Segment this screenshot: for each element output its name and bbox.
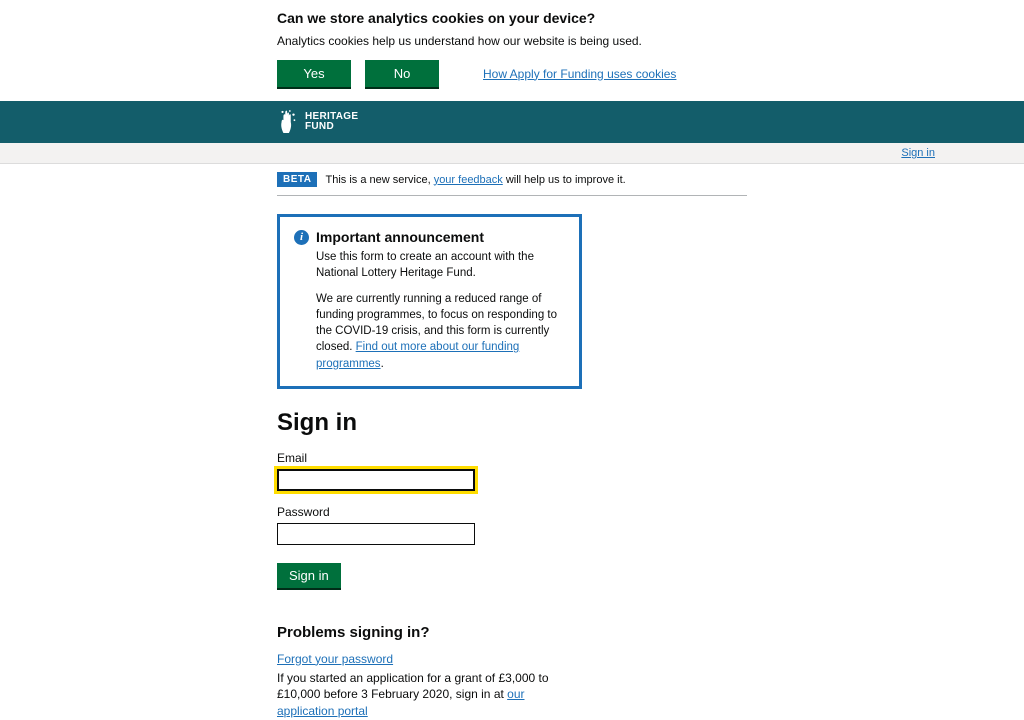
beta-feedback-link[interactable]: your feedback [434,174,503,186]
announcement-p1: Use this form to create an account with … [316,249,565,281]
problems-section: Problems signing in? Forgot your passwor… [277,624,747,720]
beta-banner: BETA This is a new service, your feedbac… [277,164,747,196]
brand-text: HERITAGE FUND [305,112,358,133]
hand-icon [277,109,299,135]
cookie-actions: Yes No How Apply for Funding uses cookie… [277,60,747,87]
beta-tag: BETA [277,172,317,187]
cookie-info-link[interactable]: How Apply for Funding uses cookies [483,67,676,81]
top-signin-link[interactable]: Sign in [901,147,935,159]
announcement-p2b: . [381,358,384,370]
info-icon: i [294,230,309,245]
cookie-heading: Can we store analytics cookies on your d… [277,10,747,26]
email-group: Email [277,451,747,491]
brand-logo[interactable]: HERITAGE FUND [277,109,358,135]
problems-text: If you started an application for a gran… [277,670,577,720]
cookie-description: Analytics cookies help us understand how… [277,34,747,48]
page-title: Sign in [277,409,747,437]
announcement-box: i Important announcement Use this form t… [277,214,582,389]
email-field[interactable] [277,469,475,491]
brand-header: HERITAGE FUND [0,101,1024,143]
email-label: Email [277,451,747,465]
beta-message: This is a new service, your feedback wil… [325,174,625,186]
main-content: i Important announcement Use this form t… [277,214,747,720]
password-field[interactable] [277,523,475,545]
announcement-title: Important announcement [316,229,484,245]
cookie-no-button[interactable]: No [365,60,439,87]
forgot-password-link[interactable]: Forgot your password [277,652,393,666]
brand-line2: FUND [305,122,358,133]
signin-button[interactable]: Sign in [277,563,341,588]
beta-suffix: will help us to improve it. [503,174,626,186]
cookie-yes-button[interactable]: Yes [277,60,351,87]
top-nav-strip: Sign in [0,143,1024,164]
password-label: Password [277,505,747,519]
announcement-body: Use this form to create an account with … [294,249,565,372]
problems-title: Problems signing in? [277,624,747,641]
announcement-p2: We are currently running a reduced range… [316,291,565,371]
password-group: Password [277,505,747,545]
cookie-banner: Can we store analytics cookies on your d… [0,0,1024,101]
beta-prefix: This is a new service, [325,174,433,186]
